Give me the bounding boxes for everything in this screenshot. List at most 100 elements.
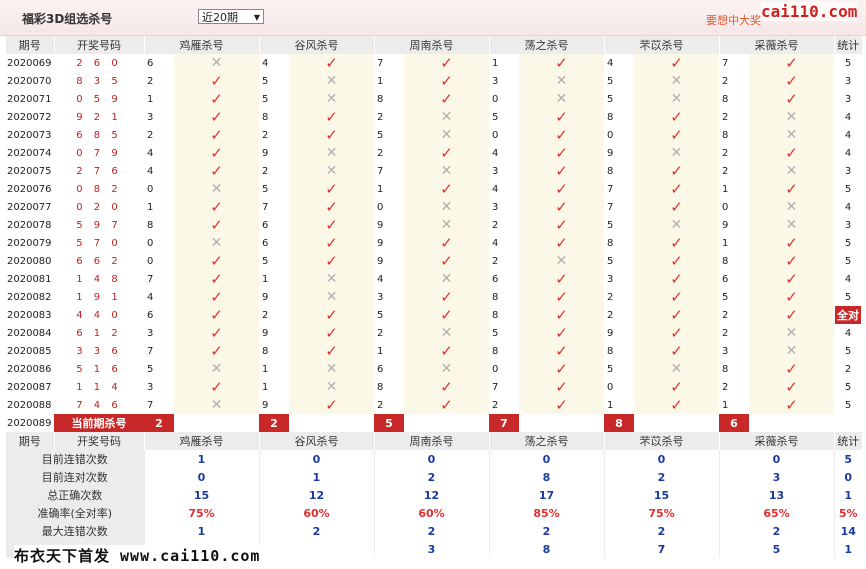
row-stat: 3 [844, 165, 852, 177]
kill-digit: 8 [262, 111, 269, 123]
kill-result: ✓ [289, 126, 374, 144]
kill-digit: 5 [492, 111, 499, 123]
kill-digit: 5 [607, 255, 614, 267]
col-issue: 期号 [6, 36, 54, 54]
kill-digit: 5 [607, 219, 614, 231]
kill-digit: 6 [147, 309, 154, 321]
check-icon: ✓ [210, 72, 223, 90]
stats-value: 0 [603, 450, 719, 468]
row-stat: 5 [844, 399, 852, 411]
period-select[interactable]: 近20期 ▼ [198, 9, 264, 24]
kill-digit: 8 [722, 129, 729, 141]
kill-result: ✓ [404, 288, 489, 306]
kill-digit: 4 [377, 273, 384, 285]
kill-result: ✕ [174, 396, 259, 414]
check-icon: ✓ [670, 108, 683, 126]
cross-icon: ✕ [555, 73, 568, 89]
kill-result: ✓ [174, 270, 259, 288]
table-row: 2020079 5 7 0 0 ✕ 6 ✓ 9 ✓ 4 ✓ 8 ✓ 1 ✓ 5 [6, 234, 862, 252]
cross-icon: ✕ [440, 325, 453, 341]
row-issue: 2020074 [7, 147, 52, 159]
stats-value: 0 [373, 450, 489, 468]
row-issue: 2020070 [7, 75, 52, 87]
table-header: 期号 开奖号码 鸡雁杀号 谷风杀号 周南杀号 荡之杀号 芣苡杀号 采薇杀号 统计 [6, 36, 862, 54]
row-issue: 2020088 [7, 399, 52, 411]
kill-digit: 5 [492, 327, 499, 339]
kill-digit: 8 [607, 111, 614, 123]
row-stat: 5 [844, 237, 852, 249]
kill-digit: 5 [262, 183, 269, 195]
cross-icon: ✕ [210, 235, 223, 251]
kill-digit: 8 [607, 237, 614, 249]
table-row: 2020087 1 1 4 3 ✓ 1 ✕ 8 ✓ 7 ✓ 0 ✓ 2 ✓ 5 [6, 378, 862, 396]
cross-icon: ✕ [785, 325, 798, 341]
check-icon: ✓ [670, 342, 683, 360]
stats-col-draw: 开奖号码 [53, 432, 144, 450]
kill-result: ✓ [749, 252, 834, 270]
check-icon: ✓ [555, 324, 568, 342]
stats-value: 75% [603, 504, 719, 522]
kill-digit: 5 [262, 93, 269, 105]
row-issue: 2020076 [7, 183, 52, 195]
check-icon: ✓ [670, 270, 683, 288]
kill-digit: 1 [147, 93, 154, 105]
kill-result: ✓ [749, 234, 834, 252]
kill-result: ✕ [749, 162, 834, 180]
kill-result: ✓ [519, 126, 604, 144]
stats-col-issue: 期号 [6, 432, 54, 450]
row-draw-number: 8 3 5 [76, 75, 122, 87]
kill-digit: 6 [262, 219, 269, 231]
check-icon: ✓ [670, 324, 683, 342]
check-icon: ✓ [440, 396, 453, 414]
cross-icon: ✕ [440, 217, 453, 233]
row-draw-number: 0 8 2 [76, 183, 122, 195]
check-icon: ✓ [670, 198, 683, 216]
table-row: 2020072 9 2 1 3 ✓ 8 ✓ 2 ✕ 5 ✓ 8 ✓ 2 ✕ 4 [6, 108, 862, 126]
kill-digit: 8 [377, 93, 384, 105]
kill-result: ✓ [749, 378, 834, 396]
stats-col-killer-2: 谷风杀号 [258, 432, 374, 450]
kill-digit: 3 [492, 165, 499, 177]
stats-value: 8 [488, 468, 604, 486]
kill-result: ✓ [634, 270, 719, 288]
table-row: 2020080 6 6 2 0 ✓ 5 ✓ 9 ✓ 2 ✕ 5 ✓ 8 ✓ 5 [6, 252, 862, 270]
kill-digit: 8 [147, 219, 154, 231]
kill-digit: 6 [262, 237, 269, 249]
check-icon: ✓ [670, 180, 683, 198]
promo-link[interactable]: 要想中大奖 [706, 12, 761, 28]
kill-digit: 5 [722, 291, 729, 303]
kill-result: ✓ [289, 198, 374, 216]
check-icon: ✓ [555, 378, 568, 396]
row-stat: 3 [844, 75, 852, 87]
check-icon: ✓ [555, 162, 568, 180]
kill-digit: 8 [607, 345, 614, 357]
kill-digit: 2 [722, 381, 729, 393]
table-row: 2020078 5 9 7 8 ✓ 6 ✓ 9 ✕ 2 ✓ 5 ✕ 9 ✕ 3 [6, 216, 862, 234]
stats-row: 准确率(全对率) 75% 60% 60% 85% 75% 65% 5% [6, 504, 862, 522]
kill-digit: 0 [492, 363, 499, 375]
current-label: 当前期杀号 [54, 414, 144, 432]
cross-icon: ✕ [785, 109, 798, 125]
kill-result: ✕ [289, 270, 374, 288]
kill-digit: 8 [492, 291, 499, 303]
check-icon: ✓ [785, 252, 798, 270]
check-icon: ✓ [785, 144, 798, 162]
stats-value: 1 [258, 468, 374, 486]
kill-digit: 4 [607, 57, 614, 69]
col-killer-5: 芣苡杀号 [603, 36, 719, 54]
check-icon: ✓ [210, 216, 223, 234]
kill-digit: 5 [607, 93, 614, 105]
kill-result: ✓ [634, 378, 719, 396]
row-draw-number: 5 9 7 [76, 219, 122, 231]
kill-digit: 4 [262, 57, 269, 69]
check-icon: ✓ [785, 378, 798, 396]
row-issue: 2020083 [7, 309, 52, 321]
check-icon: ✓ [555, 108, 568, 126]
row-draw-number: 1 9 1 [76, 291, 122, 303]
row-stat: 5 [844, 255, 852, 267]
check-icon: ✓ [440, 54, 453, 72]
row-stat: 4 [844, 111, 852, 123]
stats-row: 最大连错次数 1 2 2 2 2 2 14 [6, 522, 862, 540]
check-icon: ✓ [325, 324, 338, 342]
check-icon: ✓ [555, 288, 568, 306]
